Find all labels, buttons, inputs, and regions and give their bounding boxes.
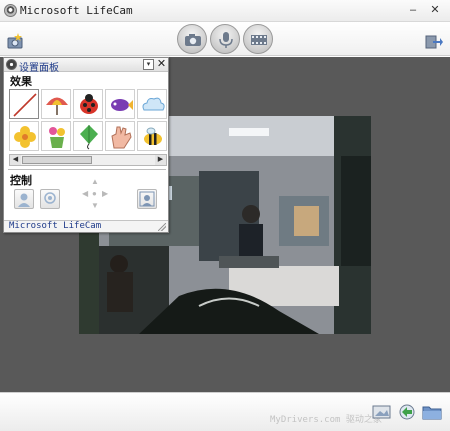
lifecam-app-icon (4, 4, 17, 17)
microphone-icon (219, 32, 233, 48)
hand-icon (111, 126, 132, 149)
share-icon[interactable] (397, 403, 417, 421)
watermark-text: MyDrivers.com 驱动之家 (270, 415, 382, 425)
effect-fish[interactable] (105, 89, 135, 119)
effect-hand[interactable] (105, 121, 135, 151)
bottom-bar: MyDrivers.com 驱动之家 (0, 392, 450, 431)
effects-scrollbar[interactable]: ◀ ▶ (9, 154, 167, 166)
pan-left-icon[interactable]: ◀ (82, 189, 88, 198)
effect-kite[interactable] (73, 121, 103, 151)
scroll-thumb[interactable] (22, 156, 92, 164)
effects-settings-icon[interactable] (7, 32, 25, 50)
flower-icon (14, 126, 36, 148)
pan-right-icon[interactable]: ▶ (102, 189, 108, 198)
ladybug-icon (80, 94, 98, 114)
capture-toolbar (0, 22, 450, 56)
person-zoom-icon (44, 192, 56, 204)
minimize-button[interactable]: – (406, 3, 420, 17)
effect-flower[interactable] (9, 121, 39, 151)
no-effect-icon (13, 93, 37, 117)
face-frame-button[interactable] (137, 189, 157, 209)
capture-to-gallery-icon[interactable] (372, 403, 392, 421)
umbrella-icon (46, 97, 68, 115)
bee-icon (144, 127, 162, 145)
scroll-left-arrow[interactable]: ◀ (10, 155, 21, 165)
face-frame-icon (139, 191, 155, 207)
settings-panel: 设置面板 ▾ ✕ 效果 ◀ ▶ 控制 ▲ ◀ ● ▶ ▼ Microsoft L… (3, 57, 169, 233)
effect-umbrella[interactable] (41, 89, 71, 119)
close-button[interactable]: ✕ (428, 3, 442, 17)
video-record-icon (251, 35, 267, 45)
zoom-face-button[interactable] (40, 189, 60, 209)
panel-dropdown-button[interactable]: ▾ (143, 59, 154, 70)
panel-close-button[interactable]: ✕ (156, 58, 167, 70)
record-audio-button[interactable] (210, 24, 240, 54)
effects-section-label: 效果 (10, 76, 32, 88)
record-video-button[interactable] (243, 24, 273, 54)
settings-panel-title: 设置面板 (19, 63, 59, 74)
flower-pot-icon (49, 127, 65, 148)
camera-icon (185, 34, 201, 46)
effect-ladybug[interactable] (73, 89, 103, 119)
effect-cloud[interactable] (137, 89, 167, 119)
settings-panel-header: 设置面板 ▾ ✕ (4, 58, 168, 74)
pan-down-icon[interactable]: ▼ (91, 201, 99, 210)
scroll-right-arrow[interactable]: ▶ (155, 155, 166, 165)
window-title: Microsoft LifeCam (20, 4, 133, 17)
effect-bee[interactable] (137, 121, 167, 151)
take-photo-button[interactable] (177, 24, 207, 54)
lifecam-panel-icon (6, 59, 17, 70)
controls-section-label: 控制 (10, 175, 32, 187)
pan-up-icon[interactable]: ▲ (91, 177, 99, 186)
pan-center-icon[interactable]: ● (92, 189, 97, 198)
settings-panel-footer: Microsoft LifeCam (4, 220, 168, 232)
cloud-icon (142, 97, 165, 111)
folder-icon[interactable] (422, 403, 442, 421)
panel-footer-brand: Microsoft LifeCam (9, 221, 102, 231)
fish-icon (111, 99, 133, 111)
section-divider (8, 169, 166, 170)
effect-flower-pot[interactable] (41, 121, 71, 151)
kite-icon (80, 125, 98, 150)
effect-none[interactable] (9, 89, 39, 119)
person-icon (18, 193, 30, 207)
effects-grid (9, 89, 167, 151)
exit-to-gallery-icon[interactable] (425, 32, 443, 50)
face-tracking-button[interactable] (14, 189, 34, 209)
title-bar: Microsoft LifeCam – ✕ (0, 0, 450, 22)
resize-grip-icon[interactable] (158, 223, 166, 231)
